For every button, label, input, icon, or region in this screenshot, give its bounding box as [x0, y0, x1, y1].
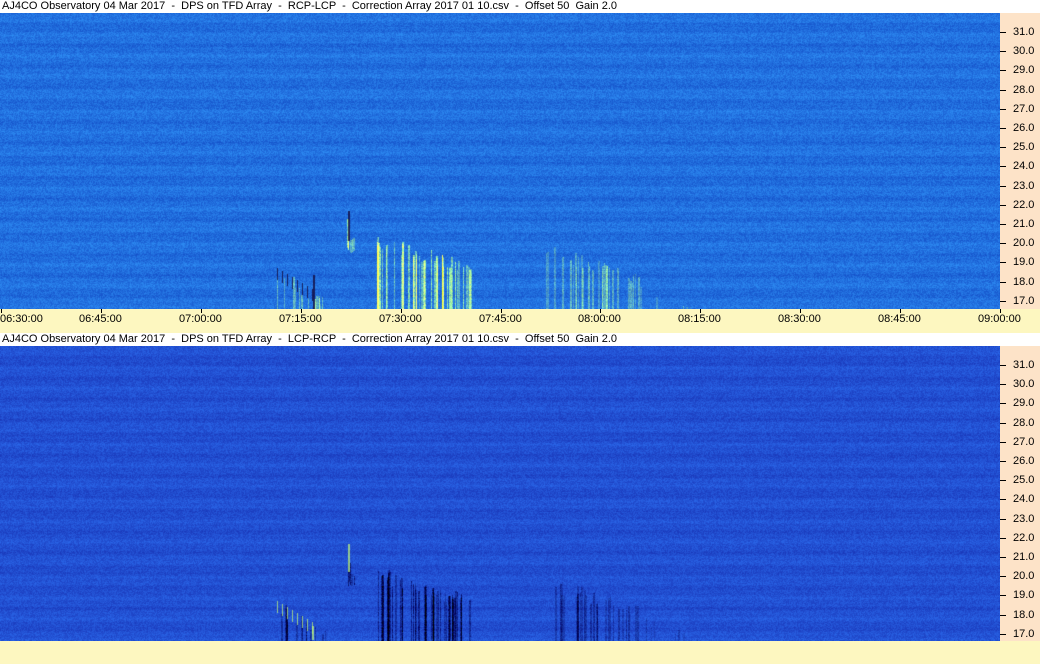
y-tick [1000, 499, 1006, 501]
spectrogram-canvas-lcp-rcp [0, 346, 1000, 641]
y-tick [1000, 557, 1006, 558]
y-tick [1000, 518, 1006, 520]
y-tick [1000, 595, 1006, 597]
y-tick-label: 29.0 [1013, 64, 1035, 77]
y-tick-label: 17.0 [1013, 294, 1035, 307]
y-tick [1000, 166, 1006, 168]
y-tick-label: 20.0 [1013, 570, 1035, 583]
y-tick-label: 31.0 [1013, 359, 1035, 371]
y-tick [1000, 403, 1006, 405]
y-tick-label: 20.0 [1013, 237, 1035, 250]
y-tick-label: 18.0 [1013, 608, 1035, 621]
y-tick-label: 31.0 [1013, 26, 1035, 38]
y-tick [1000, 51, 1006, 53]
y-tick-label: 23.0 [1013, 179, 1035, 192]
x-tick-label: 06:45:00 [79, 313, 122, 325]
y-tick-label: 27.0 [1013, 435, 1035, 448]
y-tick-label: 22.0 [1013, 531, 1035, 544]
y-tick [1000, 614, 1006, 616]
frequency-axis-lcp-rcp: 31.0 30.0 29.0 28.0 27.0 26.0 25.0 24.0 23.0 22.0… [1000, 346, 1040, 641]
y-tick [1000, 461, 1006, 462]
y-tick [1000, 422, 1006, 424]
time-axis-bottom [0, 641, 1040, 664]
x-tick-label: 06:30:00 [0, 313, 43, 325]
y-tick-label: 19.0 [1013, 256, 1035, 269]
y-tick-label: 30.0 [1013, 45, 1035, 58]
x-tick-label: 08:00:00 [578, 313, 621, 325]
y-tick [1000, 108, 1006, 110]
y-tick-label: 25.0 [1013, 474, 1035, 487]
y-tick [1000, 243, 1006, 245]
y-tick-label: 26.0 [1013, 455, 1035, 467]
y-tick-label: 30.0 [1013, 378, 1035, 391]
y-tick [1000, 89, 1006, 91]
y-tick-label: 21.0 [1013, 218, 1035, 230]
y-tick-label: 22.0 [1013, 198, 1035, 211]
y-tick [1000, 128, 1006, 129]
y-tick [1000, 32, 1006, 33]
panel-title-lcp-rcp: AJ4CO Observatory 04 Mar 2017 - DPS on T… [0, 333, 1002, 346]
y-tick [1000, 147, 1006, 149]
y-tick [1000, 185, 1006, 187]
x-tick-label: 09:00:00 [978, 313, 1021, 325]
spectrogram-lcp-rcp[interactable] [0, 346, 1000, 641]
y-tick-label: 19.0 [1013, 589, 1035, 602]
y-tick [1000, 365, 1006, 366]
x-tick-label: 08:15:00 [678, 313, 721, 325]
y-tick-label: 25.0 [1013, 141, 1035, 154]
y-tick-label: 28.0 [1013, 416, 1035, 429]
time-axis: 06:30:00 06:45:00 07:00:00 07:15:00 07:30:00… [0, 309, 1040, 333]
y-tick [1000, 480, 1006, 482]
y-tick [1000, 441, 1006, 443]
y-tick [1000, 576, 1006, 578]
y-tick [1000, 70, 1006, 72]
y-tick-label: 29.0 [1013, 397, 1035, 410]
y-tick [1000, 537, 1006, 539]
x-tick-label: 07:15:00 [279, 313, 322, 325]
y-tick-label: 24.0 [1013, 493, 1035, 506]
y-tick-label: 28.0 [1013, 83, 1035, 96]
y-tick [1000, 262, 1006, 264]
y-tick-label: 21.0 [1013, 551, 1035, 563]
y-tick [1000, 224, 1006, 225]
y-tick-label: 18.0 [1013, 275, 1035, 288]
y-tick [1000, 281, 1006, 283]
y-tick-label: 26.0 [1013, 122, 1035, 134]
frequency-axis-rcp-lcp: 31.0 30.0 29.0 28.0 27.0 26.0 25.0 24.0 23.0 22.0… [1000, 13, 1040, 309]
y-tick-label: 27.0 [1013, 102, 1035, 115]
x-tick-label: 08:45:00 [878, 313, 921, 325]
y-tick [1000, 204, 1006, 206]
y-tick [1000, 384, 1006, 386]
x-tick-label: 07:45:00 [479, 313, 522, 325]
y-tick [1000, 300, 1006, 302]
panel-title-rcp-lcp: AJ4CO Observatory 04 Mar 2017 - DPS on T… [0, 0, 1002, 13]
x-tick-label: 07:00:00 [179, 313, 222, 325]
x-tick-label: 07:30:00 [379, 313, 422, 325]
y-tick-label: 23.0 [1013, 512, 1035, 525]
y-tick-label: 17.0 [1013, 627, 1035, 640]
x-tick-label: 08:30:00 [778, 313, 821, 325]
y-tick [1000, 633, 1006, 635]
spectrogram-rcp-lcp[interactable] [0, 13, 1000, 309]
spectrogram-canvas-rcp-lcp [0, 13, 1000, 309]
y-tick-label: 24.0 [1013, 160, 1035, 173]
